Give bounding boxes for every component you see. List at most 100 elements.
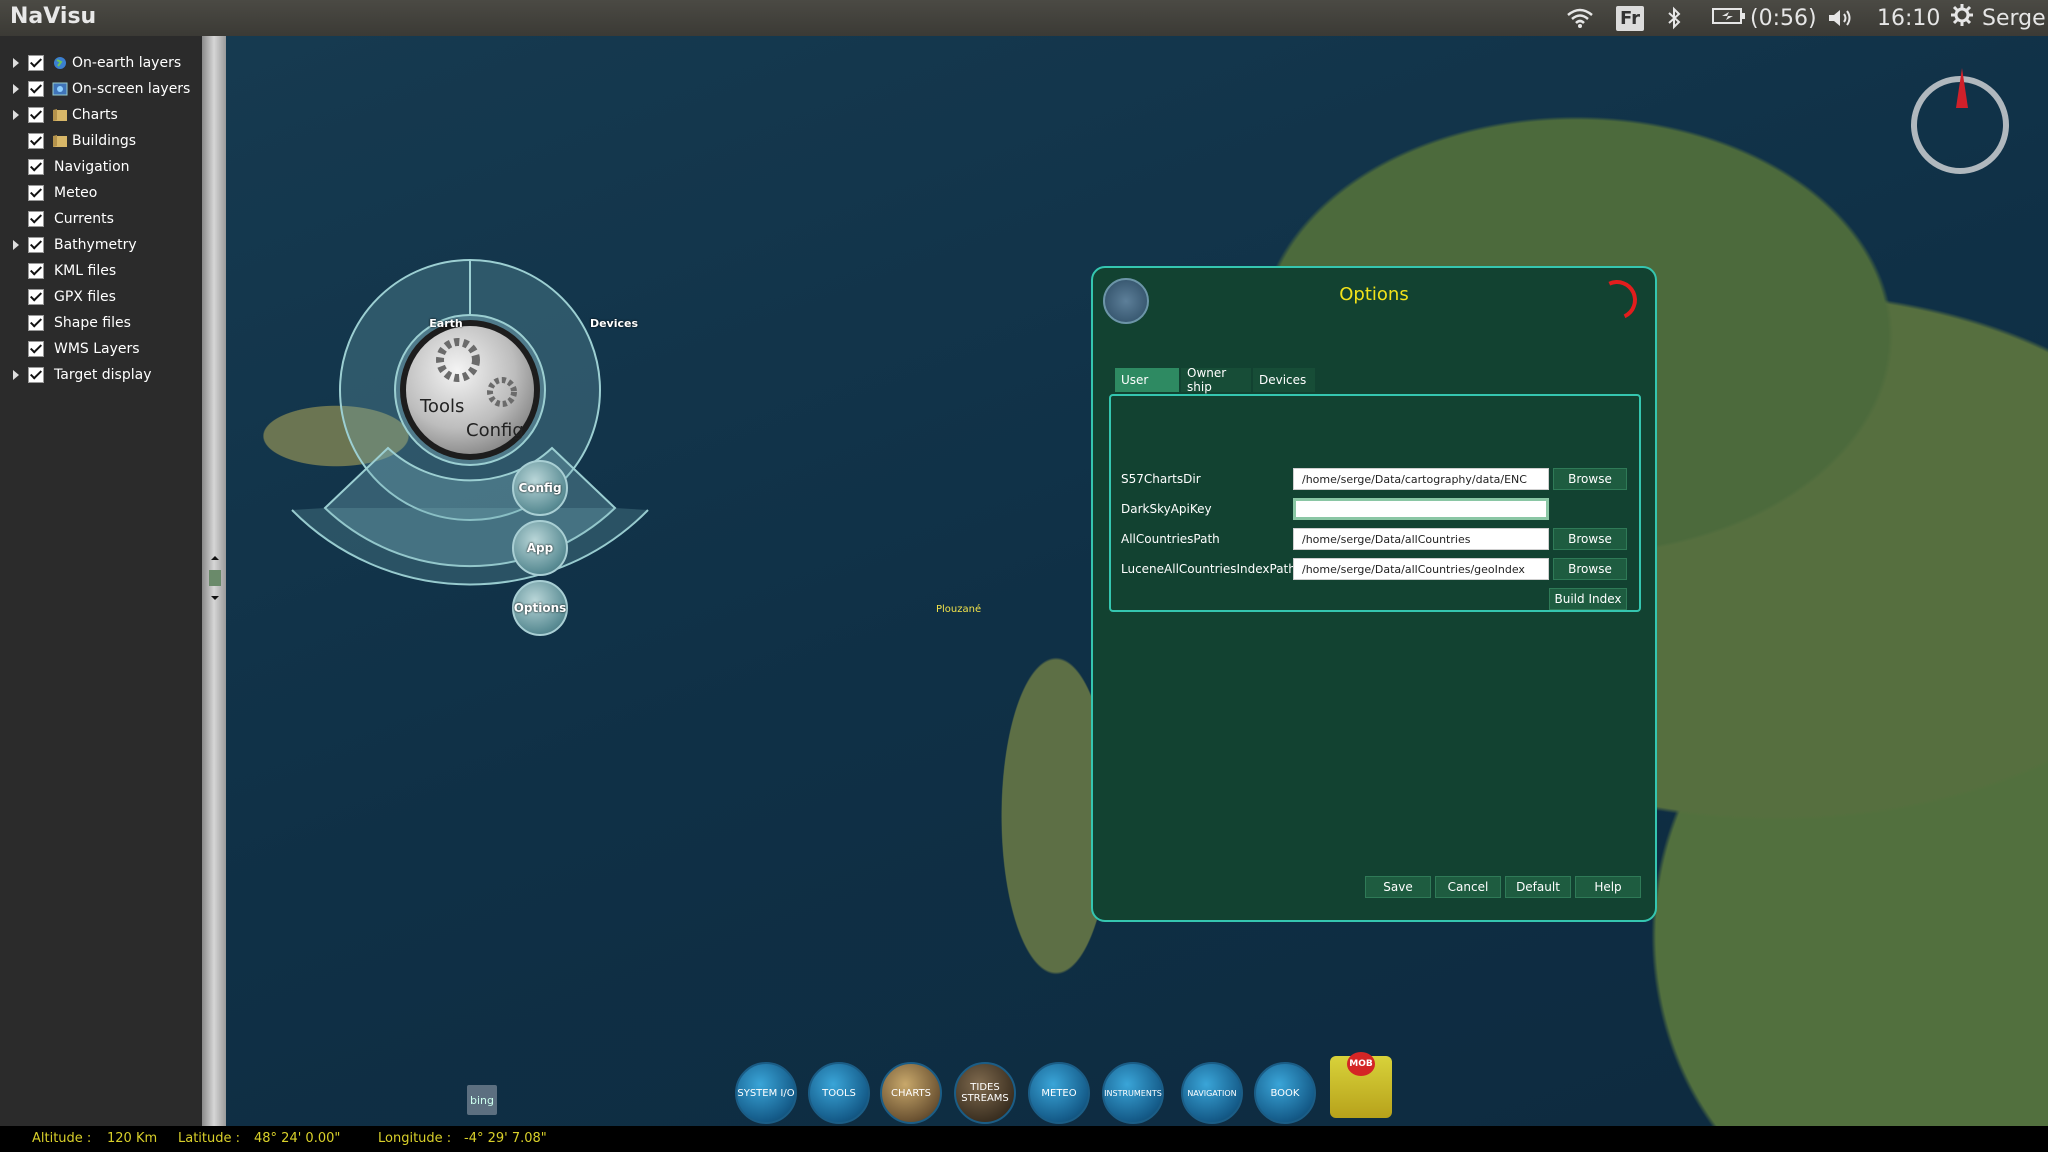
browse-s57-button[interactable]: Browse [1553, 468, 1627, 490]
layer-label: Meteo [54, 185, 98, 201]
layer-checkbox[interactable] [28, 81, 44, 97]
options-dialog: Options User Owner ship Devices S57Chart… [1091, 266, 1657, 922]
map-place-label: Plouzané [936, 604, 982, 615]
wifi-icon[interactable] [1566, 0, 1594, 36]
layer-checkbox[interactable] [28, 237, 44, 253]
layer-checkbox[interactable] [28, 289, 44, 305]
collapse-arrow-icon[interactable] [208, 556, 222, 610]
session-menu[interactable]: Serge [1950, 0, 2046, 36]
chart-icon [52, 108, 68, 122]
app-title: NaVisu [10, 4, 97, 29]
radial-center-tools-config[interactable]: Tools Config [406, 326, 534, 454]
top-panel: NaVisu Fr (0:56) 16:10 Serge [0, 0, 2048, 37]
build-index-button[interactable]: Build Index [1549, 588, 1627, 610]
radial-app-button[interactable]: App [512, 520, 568, 576]
clock[interactable]: 16:10 [1877, 0, 1940, 36]
layer-checkbox[interactable] [28, 133, 44, 149]
expand-arrow-icon[interactable] [13, 58, 19, 68]
dark-sky-api-key-label: DarkSkyApiKey [1121, 502, 1212, 516]
radial-menu: Tools Config Earth Devices Config App Op… [290, 220, 650, 640]
keyboard-layout-label: Fr [1616, 5, 1645, 31]
bing-logo: bing [467, 1085, 497, 1115]
dock-navigation-button[interactable]: NAVIGATION [1181, 1062, 1243, 1124]
layer-checkbox[interactable] [28, 55, 44, 71]
radial-options-button[interactable]: Options [512, 580, 568, 636]
status-bar: Altitude : 120 Km Latitude : 48° 24' 0.0… [0, 1126, 2048, 1152]
save-button[interactable]: Save [1365, 876, 1431, 898]
battery-time: (0:56) [1750, 5, 1817, 31]
expand-arrow-icon[interactable] [13, 110, 19, 120]
radial-devices-button[interactable]: Devices [590, 301, 638, 345]
radial-earth-button[interactable]: Earth [424, 301, 468, 345]
all-countries-path-field[interactable] [1293, 528, 1549, 550]
buildings-icon [52, 134, 68, 148]
dock-book-button[interactable]: BOOK [1254, 1062, 1316, 1124]
compass-needle-icon [1956, 68, 1968, 108]
dock-tools-button[interactable]: TOOLS [808, 1062, 870, 1124]
tab-user[interactable]: User [1115, 368, 1179, 392]
s57-charts-dir-field[interactable] [1293, 468, 1549, 490]
radial-tools-label: Tools [420, 396, 465, 417]
longitude-value: -4° 29' 7.08" [464, 1131, 547, 1146]
layer-label: WMS Layers [54, 341, 140, 357]
expand-arrow-icon[interactable] [13, 240, 19, 250]
layer-checkbox[interactable] [28, 315, 44, 331]
layer-checkbox[interactable] [28, 107, 44, 123]
layer-checkbox[interactable] [28, 341, 44, 357]
latitude-value: 48° 24' 0.00" [254, 1131, 341, 1146]
layer-checkbox[interactable] [28, 367, 44, 383]
layer-checkbox[interactable] [28, 211, 44, 227]
dock-meteo-button[interactable]: METEO [1028, 1062, 1090, 1124]
volume-icon[interactable] [1826, 0, 1856, 36]
gear-icon [1950, 3, 1974, 33]
dock-system-io-button[interactable]: SYSTEM I/O [735, 1062, 797, 1124]
layer-label: On-screen layers [72, 81, 191, 97]
layer-label: Shape files [54, 315, 131, 331]
layer-label: Buildings [72, 133, 137, 149]
layer-label: KML files [54, 263, 117, 279]
lucene-index-path-field[interactable] [1293, 558, 1549, 580]
default-button[interactable]: Default [1505, 876, 1571, 898]
latitude-label: Latitude : [178, 1131, 241, 1146]
layer-checkbox[interactable] [28, 159, 44, 175]
layer-label: Bathymetry [54, 237, 137, 253]
mob-label: MOB [1347, 1052, 1375, 1076]
tab-owner-ship[interactable]: Owner ship [1181, 366, 1251, 394]
expand-arrow-icon[interactable] [13, 370, 19, 380]
layer-checkbox[interactable] [28, 263, 44, 279]
layer-label: Navigation [54, 159, 130, 175]
battery-indicator[interactable]: (0:56) [1712, 0, 1817, 36]
globe-icon [52, 56, 68, 70]
browse-all-countries-button[interactable]: Browse [1553, 528, 1627, 550]
user-name: Serge [1982, 5, 2046, 31]
help-button[interactable]: Help [1575, 876, 1641, 898]
altitude-label: Altitude : [32, 1131, 92, 1146]
layer-label: Currents [54, 211, 114, 227]
layer-label: Target display [54, 367, 152, 383]
s57-charts-dir-label: S57ChartsDir [1121, 472, 1201, 486]
dock-instruments-button[interactable]: INSTRUMENTS [1102, 1062, 1164, 1124]
altitude-value: 120 Km [107, 1131, 158, 1146]
keyboard-layout-indicator[interactable]: Fr [1616, 0, 1645, 36]
lucene-index-path-label: LuceneAllCountriesIndexPath [1121, 562, 1296, 576]
radial-config-button[interactable]: Config [512, 460, 568, 516]
tab-devices[interactable]: Devices [1253, 368, 1315, 392]
dialog-title: Options [1339, 284, 1409, 305]
panel-splitter[interactable] [202, 36, 226, 1126]
layer-label: On-earth layers [72, 55, 182, 71]
browse-lucene-index-button[interactable]: Browse [1553, 558, 1627, 580]
radial-config-label: Config [466, 420, 524, 441]
layer-label: GPX files [54, 289, 116, 305]
dock-charts-button[interactable]: CHARTS [880, 1062, 942, 1124]
layer-checkbox[interactable] [28, 185, 44, 201]
cancel-button[interactable]: Cancel [1435, 876, 1501, 898]
layer-tree-panel: On-earth layers On-screen layers Charts … [0, 36, 203, 1126]
all-countries-path-label: AllCountriesPath [1121, 532, 1220, 546]
layer-label: Charts [72, 107, 118, 123]
expand-arrow-icon[interactable] [13, 84, 19, 94]
bluetooth-icon[interactable] [1666, 0, 1682, 36]
dock-tides-streams-button[interactable]: TIDES STREAMS [954, 1062, 1016, 1124]
loading-spinner-icon [1591, 274, 1643, 326]
dark-sky-api-key-field[interactable] [1293, 498, 1549, 520]
longitude-label: Longitude : [378, 1131, 452, 1146]
